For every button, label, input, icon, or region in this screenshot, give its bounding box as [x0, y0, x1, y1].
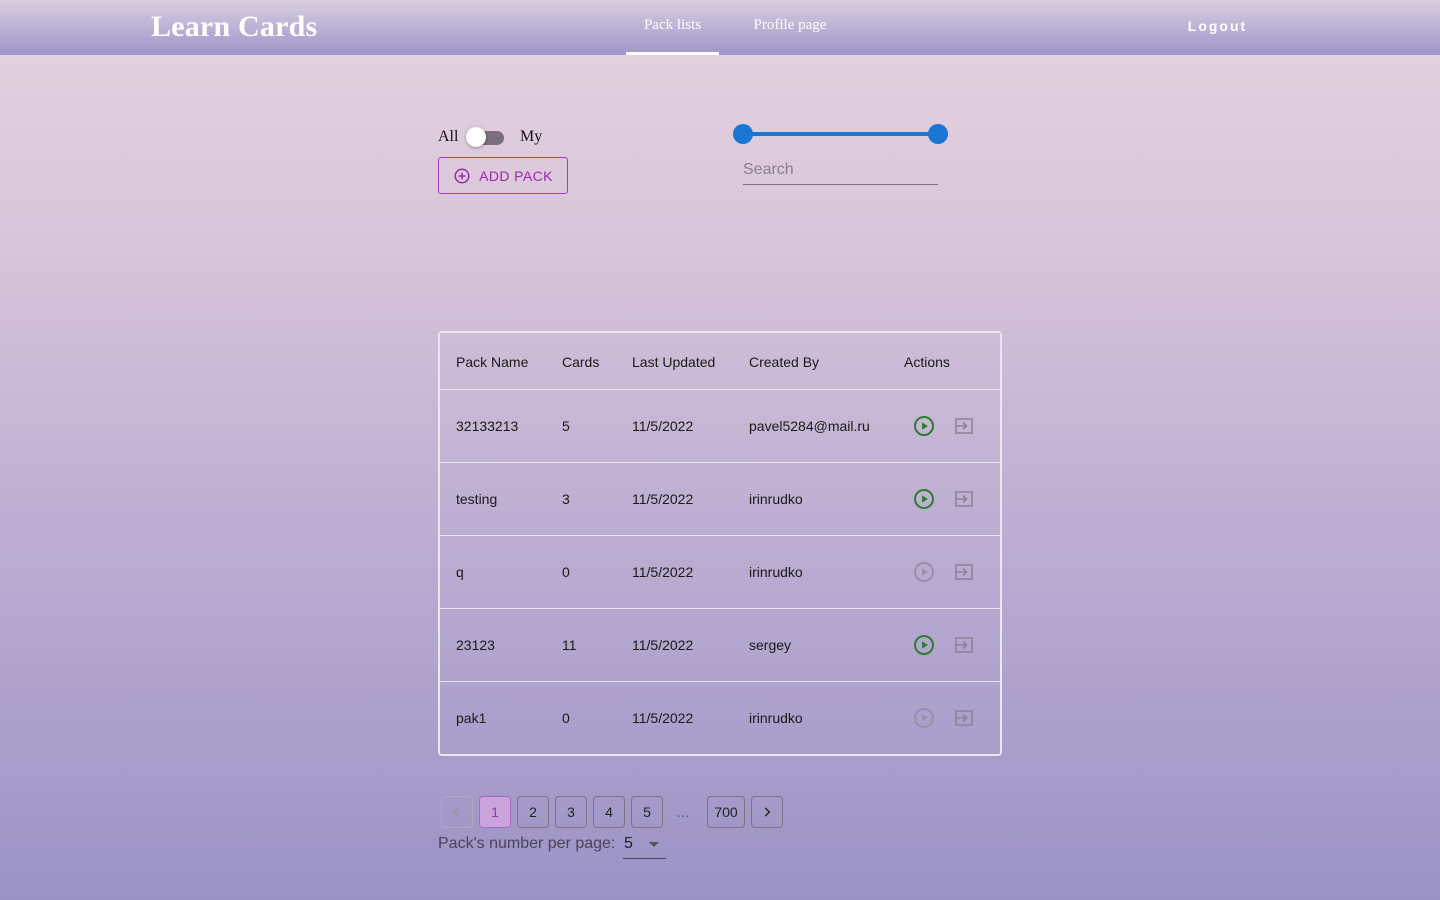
pack-last-updated: 11/5/2022	[632, 637, 694, 653]
add-pack-button[interactable]: ADD PACK	[438, 157, 568, 194]
all-my-toggle[interactable]	[466, 126, 506, 148]
chevron-left-icon	[453, 807, 460, 817]
pack-cards-count: 11	[562, 637, 577, 653]
header-pack-name[interactable]: Pack Name	[456, 354, 528, 370]
pack-name[interactable]: pak1	[456, 710, 486, 726]
toggle-label-my: My	[520, 128, 543, 145]
pack-name[interactable]: 23123	[456, 637, 495, 653]
slider-min-handle[interactable]	[733, 124, 753, 144]
add-pack-label: ADD PACK	[479, 167, 553, 184]
table-row: testing 3 11/5/2022 irinrudko	[440, 463, 1000, 536]
toggle-thumb[interactable]	[466, 127, 486, 147]
play-circle-icon[interactable]	[912, 560, 936, 584]
page-button-2[interactable]: 2	[517, 796, 549, 828]
per-page-value: 5	[624, 835, 633, 852]
header-actions: Actions	[904, 354, 950, 370]
table-header-row: Pack Name Cards Last Updated Created By …	[440, 333, 1000, 390]
open-pack-icon[interactable]	[952, 706, 976, 730]
page-button-5[interactable]: 5	[631, 796, 663, 828]
pack-cards-count: 3	[562, 491, 570, 507]
toggle-label-all: All	[438, 128, 459, 145]
pack-created-by: irinrudko	[749, 710, 803, 726]
page-button-1[interactable]: 1	[479, 796, 511, 828]
caret-down-icon	[649, 842, 659, 847]
next-page-button[interactable]	[751, 796, 783, 828]
play-circle-icon[interactable]	[912, 633, 936, 657]
tab-pack-lists[interactable]: Pack lists	[626, 0, 719, 55]
per-page-select[interactable]: 5	[623, 832, 666, 859]
open-pack-icon[interactable]	[952, 633, 976, 657]
pack-name[interactable]: q	[456, 564, 464, 580]
pagination-ellipsis: …	[676, 804, 690, 820]
pack-name[interactable]: 32133213	[456, 418, 518, 434]
cards-range-slider[interactable]	[733, 124, 948, 144]
app-header: Learn Cards Pack lists Profile page Logo…	[0, 0, 1440, 55]
table-row: 23123 11 11/5/2022 sergey	[440, 609, 1000, 682]
add-circle-icon	[454, 168, 470, 183]
logout-button[interactable]: Logout	[1180, 18, 1255, 34]
page-button-4[interactable]: 4	[593, 796, 625, 828]
pack-created-by: irinrudko	[749, 491, 803, 507]
packs-table: Pack Name Cards Last Updated Created By …	[438, 331, 1002, 756]
open-pack-icon[interactable]	[952, 414, 976, 438]
pack-last-updated: 11/5/2022	[632, 491, 694, 507]
table-row: 32133213 5 11/5/2022 pavel5284@mail.ru	[440, 390, 1000, 463]
header-cards[interactable]: Cards	[562, 354, 599, 370]
per-page-label: Pack's number per page:	[438, 835, 616, 852]
pack-name[interactable]: testing	[456, 491, 497, 507]
table-row: pak1 0 11/5/2022 irinrudko	[440, 682, 1000, 754]
pack-created-by: sergey	[749, 637, 792, 653]
pack-cards-count: 0	[562, 564, 570, 580]
tab-profile-page[interactable]: Profile page	[735, 0, 845, 55]
pack-cards-count: 0	[562, 710, 570, 726]
chevron-right-icon	[764, 807, 771, 817]
open-pack-icon[interactable]	[952, 560, 976, 584]
slider-max-handle[interactable]	[928, 124, 948, 144]
header-created-by[interactable]: Created By	[749, 354, 819, 370]
prev-page-button[interactable]	[441, 796, 473, 828]
search-input[interactable]	[743, 155, 938, 185]
app-logo: Learn Cards	[151, 10, 318, 43]
page-button-3[interactable]: 3	[555, 796, 587, 828]
pack-created-by: pavel5284@mail.ru	[749, 418, 870, 434]
pack-last-updated: 11/5/2022	[632, 710, 694, 726]
header-last-updated[interactable]: Last Updated	[632, 354, 715, 370]
pack-last-updated: 11/5/2022	[632, 418, 694, 434]
pack-created-by: irinrudko	[749, 564, 803, 580]
play-circle-icon[interactable]	[912, 487, 936, 511]
pack-last-updated: 11/5/2022	[632, 564, 694, 580]
table-row: q 0 11/5/2022 irinrudko	[440, 536, 1000, 609]
pack-cards-count: 5	[562, 418, 570, 434]
slider-rail	[743, 132, 938, 136]
play-circle-icon[interactable]	[912, 706, 936, 730]
play-circle-icon[interactable]	[912, 414, 936, 438]
open-pack-icon[interactable]	[952, 487, 976, 511]
page-button-last[interactable]: 700	[707, 796, 745, 828]
